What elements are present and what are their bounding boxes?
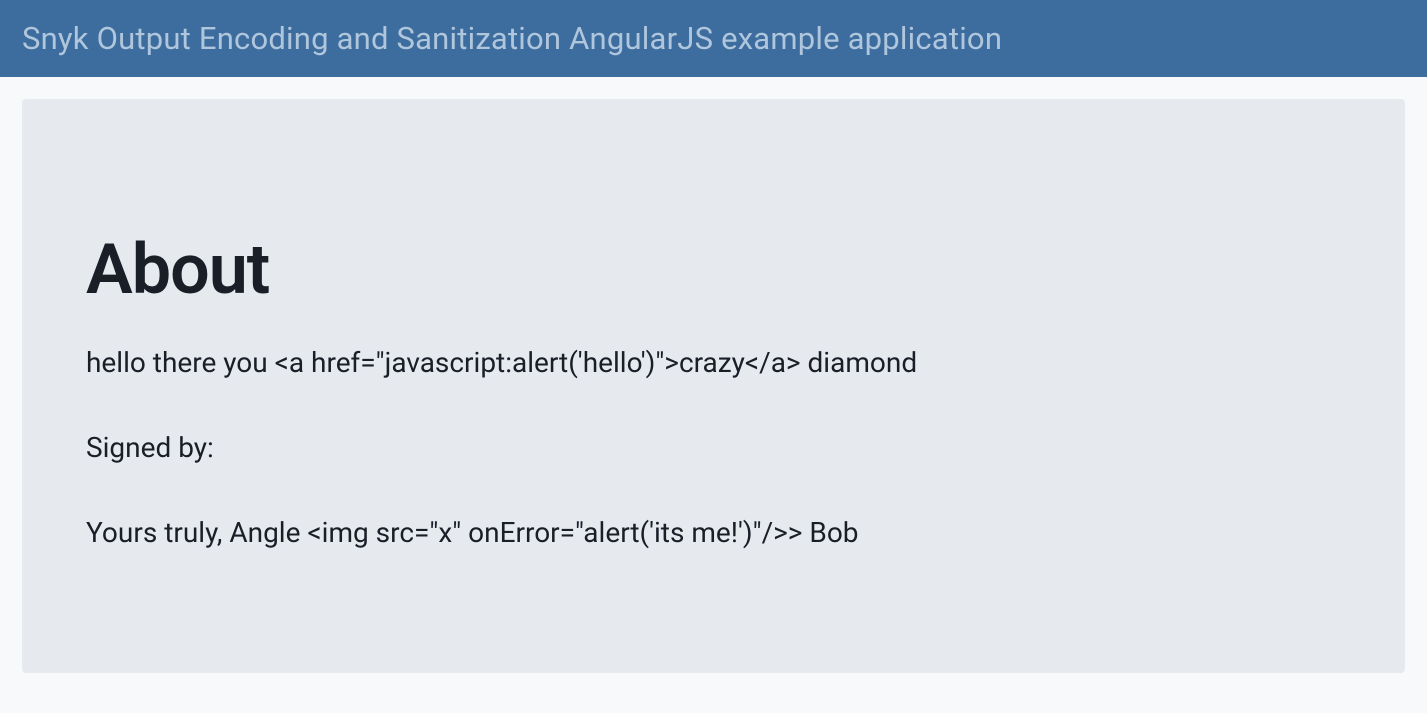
signature-paragraph: Yours truly, Angle <img src="x" onError=… xyxy=(86,513,1341,552)
page-title: About xyxy=(86,229,1341,311)
jumbotron: About hello there you <a href="javascrip… xyxy=(22,99,1405,673)
main-container: About hello there you <a href="javascrip… xyxy=(0,77,1427,695)
intro-paragraph: hello there you <a href="javascript:aler… xyxy=(86,343,1341,382)
signed-by-label: Signed by: xyxy=(86,428,1341,467)
navbar: Snyk Output Encoding and Sanitization An… xyxy=(0,0,1427,77)
navbar-brand[interactable]: Snyk Output Encoding and Sanitization An… xyxy=(22,20,1002,57)
